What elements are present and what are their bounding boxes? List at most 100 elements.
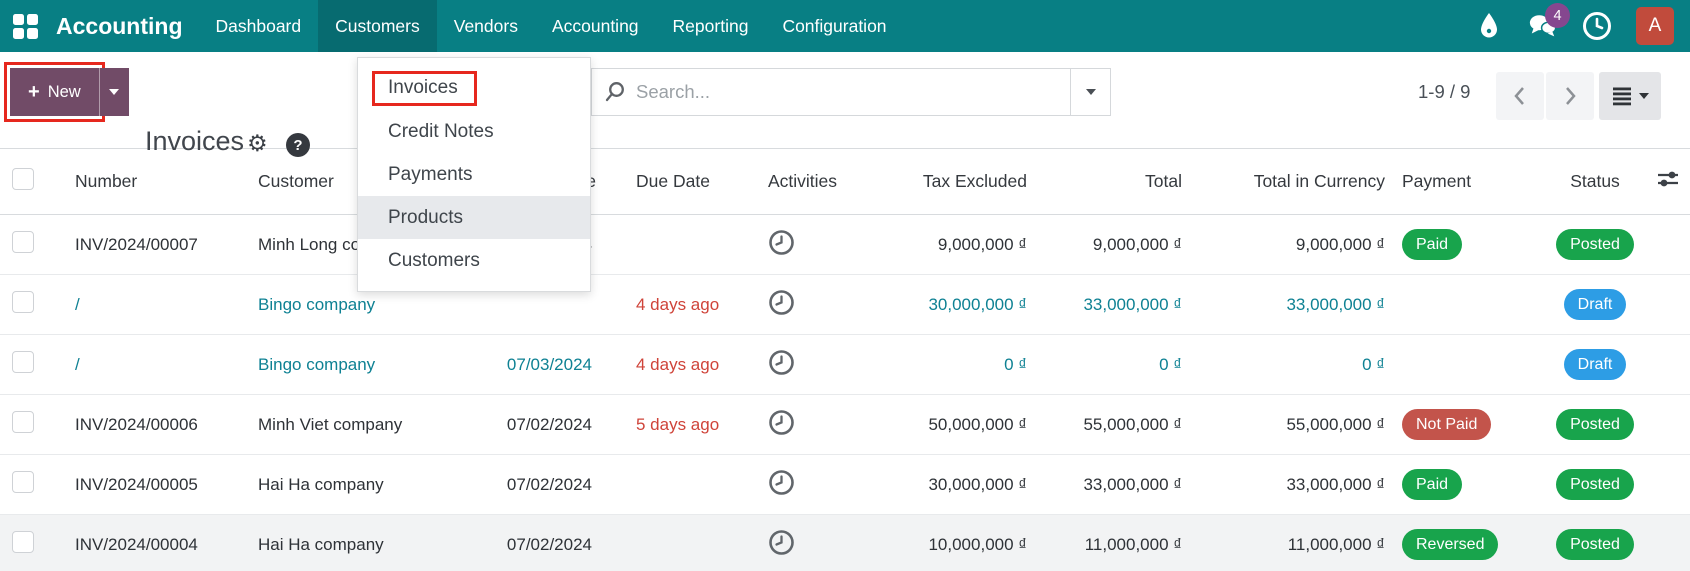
search-input[interactable] [636, 69, 1070, 115]
row-checkbox[interactable] [0, 275, 60, 335]
invoice-number: INV/2024/00005 [75, 474, 198, 494]
column-header-total-in-currency[interactable]: Total in Currency [1190, 148, 1393, 215]
top-navbar: Accounting Dashboard Customers Vendors Acco… [0, 0, 1690, 52]
customer-name: Minh Viet company [258, 414, 403, 434]
invoice-row[interactable]: INV/2024/00007Minh Long company07/03/202… [0, 214, 1690, 275]
total-in-currency-amount: 55,000,000 ₫ [1286, 414, 1385, 434]
menu-item-payments[interactable]: Payments [358, 153, 590, 196]
new-button-dropdown-toggle[interactable] [98, 68, 129, 116]
pager-previous-button[interactable] [1496, 72, 1544, 120]
checkbox[interactable] [12, 291, 34, 313]
list-view-icon [1612, 87, 1631, 106]
checkbox[interactable] [12, 471, 34, 493]
checkbox[interactable] [12, 231, 34, 253]
invoice-row[interactable]: / Bingo company 4 days ago 30,000,000 ₫ 33,0… [0, 274, 1690, 335]
invoice-date: 07/03/2024 [506, 354, 592, 374]
pager-next-button[interactable] [1546, 72, 1594, 120]
select-all-checkbox[interactable] [0, 148, 60, 215]
row-checkbox[interactable] [0, 455, 60, 515]
menu-item-label: Products [388, 206, 463, 228]
activities-cell [760, 335, 870, 395]
activity-clock-icon[interactable] [768, 469, 795, 496]
row-checkbox[interactable] [0, 515, 60, 571]
help-icon[interactable]: ? [286, 133, 310, 157]
checkbox[interactable] [12, 411, 34, 433]
invoice-date: 07/02/2024 [506, 534, 592, 554]
nav-item-dashboard[interactable]: Dashboard [199, 0, 319, 52]
payment-status-cell [1393, 275, 1545, 335]
apps-grid-icon[interactable] [0, 0, 50, 52]
total-amount: 55,000,000 ₫ [1083, 414, 1182, 434]
checkbox[interactable] [12, 168, 34, 190]
column-header-activities[interactable]: Activities [760, 148, 870, 215]
invoice-row[interactable]: INV/2024/00004 Hai Ha company 07/02/2024 10… [0, 514, 1690, 571]
total-in-currency-amount: 33,000,000 ₫ [1286, 474, 1385, 494]
status-badge: Posted [1556, 409, 1634, 440]
invoice-row[interactable]: / Bingo company 07/03/2024 4 days ago 0 ₫ 0 ₫… [0, 334, 1690, 395]
sliders-icon[interactable] [1655, 167, 1681, 191]
due-date: 4 days ago [636, 354, 720, 374]
row-checkbox[interactable] [0, 395, 60, 455]
invoice-row[interactable]: INV/2024/00006 Minh Viet company 07/02/202… [0, 394, 1690, 455]
activity-clock-icon[interactable] [768, 289, 795, 316]
menu-item-invoices[interactable]: Invoices [358, 67, 590, 110]
total-in-currency-amount: 11,000,000 ₫ [1287, 534, 1385, 554]
nav-item-accounting[interactable]: Accounting [535, 0, 656, 52]
tax-excluded-amount: 30,000,000 ₫ [928, 294, 1027, 314]
activity-clock-icon[interactable] [768, 229, 795, 256]
row-checkbox[interactable] [0, 335, 60, 395]
app-title: Accounting [56, 12, 183, 39]
payment-status-cell [1393, 335, 1545, 395]
nav-item-vendors[interactable]: Vendors [437, 0, 535, 52]
activity-clock-icon[interactable] [768, 529, 795, 556]
column-header-status[interactable]: Status [1545, 148, 1645, 215]
total-in-currency-amount: 9,000,000 ₫ [1295, 234, 1385, 254]
row-checkbox[interactable] [0, 215, 60, 275]
payment-status-badge: Not Paid [1402, 409, 1492, 440]
activity-clock-icon[interactable] [1582, 11, 1612, 41]
user-avatar[interactable]: A [1636, 7, 1674, 45]
menu-item-label: Payments [388, 163, 473, 185]
row-end-cell [1645, 395, 1690, 455]
gear-icon[interactable]: ⚙ [247, 132, 268, 155]
nav-item-configuration[interactable]: Configuration [765, 0, 903, 52]
new-button[interactable]: + New [4, 62, 105, 122]
message-count-badge: 4 [1545, 3, 1570, 28]
checkbox[interactable] [12, 531, 34, 554]
menu-item-customers[interactable]: Customers [358, 239, 590, 282]
due-date: 4 days ago [636, 294, 720, 314]
customer-name: Hai Ha company [258, 474, 384, 494]
status-badge: Posted [1556, 529, 1634, 561]
invoice-number: INV/2024/00006 [75, 414, 198, 434]
column-header-number[interactable]: Number [60, 148, 255, 215]
messages-icon[interactable]: 4 [1528, 3, 1570, 41]
optional-columns-icon[interactable] [1645, 148, 1690, 215]
activities-cell [760, 395, 870, 455]
checkbox[interactable] [12, 351, 34, 373]
customer-name: Hai Ha company [258, 534, 384, 554]
column-header-total[interactable]: Total [1035, 148, 1190, 215]
invoice-list: NumberCustomerInvoice DateDue DateActivi… [0, 148, 1690, 571]
search-filters-toggle[interactable] [1070, 69, 1110, 115]
nav-item-reporting[interactable]: Reporting [656, 0, 766, 52]
invoice-number: / [75, 354, 80, 374]
status-badge: Posted [1556, 469, 1634, 500]
activity-clock-icon[interactable] [768, 409, 795, 436]
column-header-due-date[interactable]: Due Date [600, 148, 760, 215]
menu-item-products[interactable]: Products [358, 196, 590, 239]
page-title: Invoices [145, 126, 245, 156]
total-amount: 33,000,000 ₫ [1083, 474, 1182, 494]
menu-item-credit-notes[interactable]: Credit Notes [358, 110, 590, 153]
activity-clock-icon[interactable] [768, 349, 795, 376]
total-amount: 11,000,000 ₫ [1084, 534, 1182, 554]
column-header-tax-excluded[interactable]: Tax Excluded [870, 148, 1035, 215]
view-switcher-button[interactable] [1599, 72, 1661, 120]
menu-item-label: Invoices [372, 71, 477, 106]
droplet-icon[interactable] [1474, 11, 1504, 41]
activities-cell [760, 515, 870, 571]
row-end-cell [1645, 515, 1690, 571]
invoice-row[interactable]: INV/2024/00005 Hai Ha company 07/02/2024 30… [0, 454, 1690, 515]
column-header-payment[interactable]: Payment [1393, 148, 1545, 215]
invoice-number: / [75, 294, 80, 314]
nav-item-customers[interactable]: Customers [318, 0, 437, 52]
